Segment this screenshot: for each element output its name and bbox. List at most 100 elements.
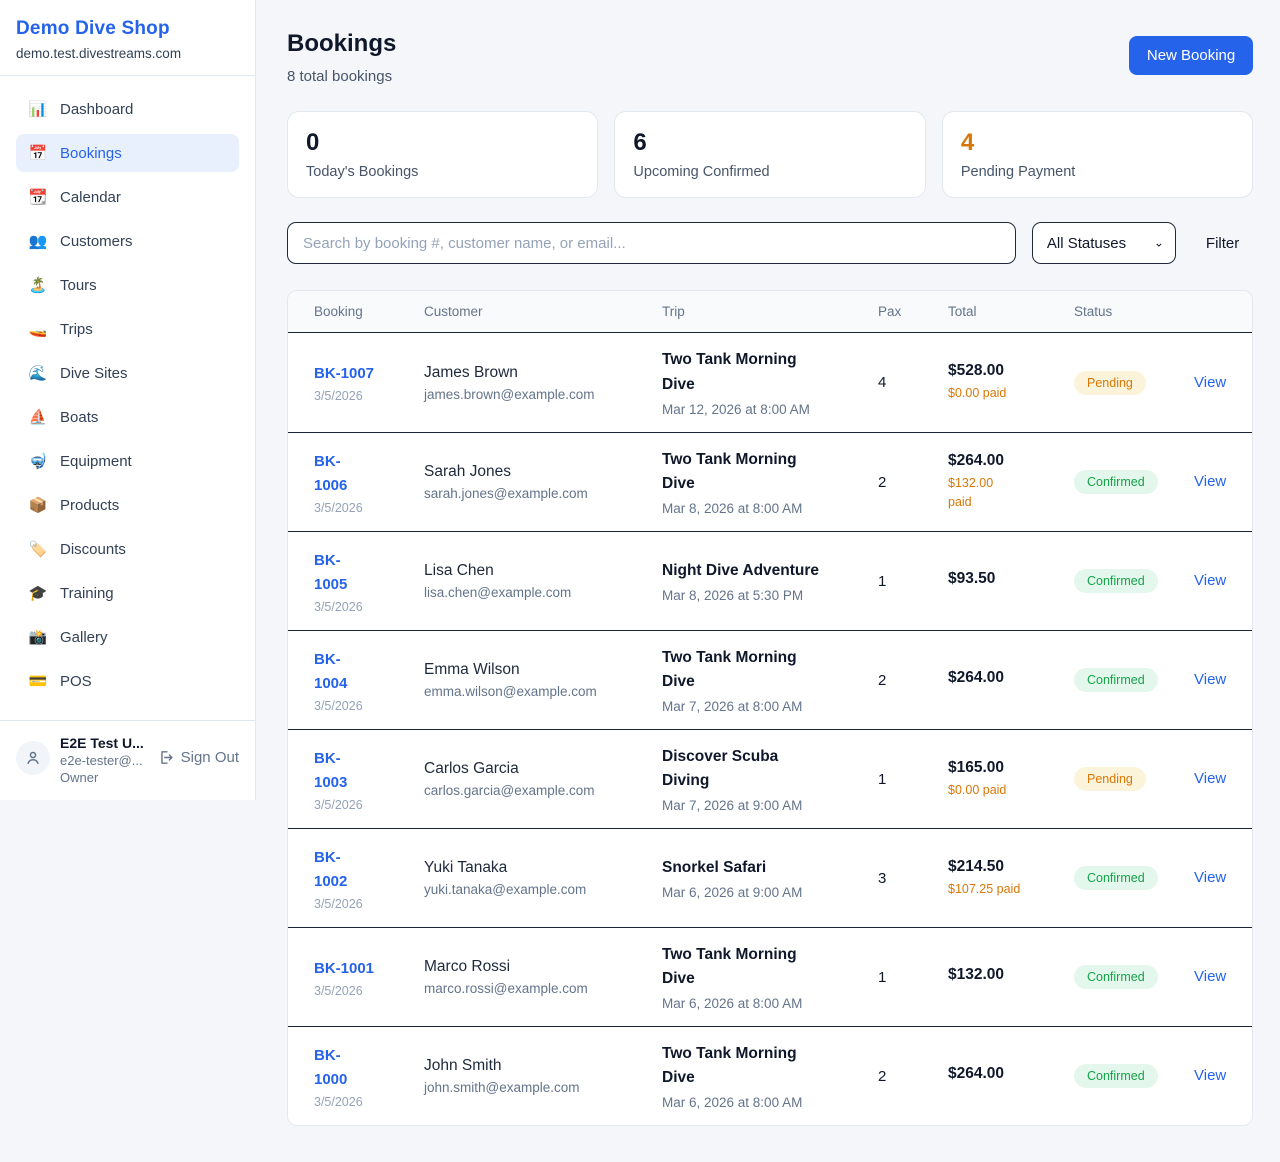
page-subtitle: 8 total bookings	[287, 68, 396, 85]
trip-datetime: Mar 6, 2026 at 8:00 AM	[662, 1095, 864, 1110]
customer-name: James Brown	[424, 364, 648, 382]
sign-out-button[interactable]: Sign Out	[157, 749, 239, 766]
filter-button[interactable]: Filter	[1192, 229, 1253, 258]
customer-email: emma.wilson@example.com	[424, 684, 648, 699]
sidebar-item-calendar[interactable]: 📆 Calendar	[16, 178, 239, 216]
view-link[interactable]: View	[1194, 770, 1226, 787]
brand-title: Demo Dive Shop	[16, 18, 239, 40]
avatar	[16, 741, 50, 775]
status-badge: Confirmed	[1074, 470, 1158, 494]
view-link[interactable]: View	[1194, 473, 1226, 490]
sign-out-icon	[157, 749, 174, 766]
view-link[interactable]: View	[1194, 572, 1226, 589]
sidebar-item-label: Gallery	[60, 629, 108, 646]
tours-icon: 🏝️	[28, 276, 48, 294]
booking-number-link[interactable]: BK- 1005	[314, 549, 347, 597]
trip-name: Night Dive Adventure	[662, 559, 864, 583]
stat-value: 4	[961, 129, 1234, 157]
table-row: BK-1001 3/5/2026 Marco Rossi marco.rossi…	[288, 927, 1252, 1026]
products-icon: 📦	[28, 496, 48, 514]
sidebar-item-label: Tours	[60, 277, 97, 294]
filter-bar: All Statuses ⌄ Filter	[287, 222, 1253, 264]
sidebar-item-training[interactable]: 🎓 Training	[16, 574, 239, 612]
col-header-total: Total	[948, 304, 1074, 319]
table-row: BK- 1003 3/5/2026 Carlos Garcia carlos.g…	[288, 729, 1252, 828]
sidebar-item-boats[interactable]: ⛵ Boats	[16, 398, 239, 436]
booking-number-link[interactable]: BK- 1006	[314, 450, 347, 498]
sign-out-label: Sign Out	[181, 749, 239, 766]
user-role: Owner	[60, 770, 147, 785]
customer-name: Yuki Tanaka	[424, 859, 648, 877]
booking-number-link[interactable]: BK-1007	[314, 362, 374, 386]
view-link[interactable]: View	[1194, 968, 1226, 985]
table-row: BK- 1000 3/5/2026 John Smith john.smith@…	[288, 1026, 1252, 1125]
booking-date: 3/5/2026	[314, 501, 410, 515]
status-badge: Pending	[1074, 371, 1146, 395]
customer-email: marco.rossi@example.com	[424, 981, 648, 996]
booking-number-link[interactable]: BK- 1004	[314, 648, 347, 696]
trip-datetime: Mar 6, 2026 at 9:00 AM	[662, 885, 864, 900]
sidebar-item-equipment[interactable]: 🤿 Equipment	[16, 442, 239, 480]
sidebar-item-trips[interactable]: 🚤 Trips	[16, 310, 239, 348]
sidebar-item-bookings[interactable]: 📅 Bookings	[16, 134, 239, 172]
booking-number-link[interactable]: BK- 1000	[314, 1044, 347, 1092]
customer-email: carlos.garcia@example.com	[424, 783, 648, 798]
sidebar-item-gallery[interactable]: 📸 Gallery	[16, 618, 239, 656]
pos-icon: 💳	[28, 672, 48, 690]
col-header-pax: Pax	[878, 304, 948, 319]
trip-name: Two Tank Morning Dive	[662, 448, 864, 496]
dashboard-icon: 📊	[28, 100, 48, 118]
total-amount: $264.00	[948, 452, 1060, 470]
search-input[interactable]	[287, 222, 1016, 264]
pax-count: 1	[878, 969, 948, 986]
pax-count: 2	[878, 672, 948, 689]
customer-name: Carlos Garcia	[424, 760, 648, 778]
sidebar-item-dive-sites[interactable]: 🌊 Dive Sites	[16, 354, 239, 392]
customer-email: yuki.tanaka@example.com	[424, 882, 648, 897]
trip-name: Two Tank Morning Dive	[662, 1042, 864, 1090]
customer-email: lisa.chen@example.com	[424, 585, 648, 600]
sidebar-item-dashboard[interactable]: 📊 Dashboard	[16, 90, 239, 128]
sidebar-item-label: Dive Sites	[60, 365, 128, 382]
sidebar-item-label: Bookings	[60, 145, 122, 162]
status-badge: Confirmed	[1074, 569, 1158, 593]
sidebar-item-tours[interactable]: 🏝️ Tours	[16, 266, 239, 304]
view-link[interactable]: View	[1194, 374, 1226, 391]
booking-date: 3/5/2026	[314, 600, 410, 614]
trip-name: Discover Scuba Diving	[662, 745, 864, 793]
status-select[interactable]: All Statuses	[1032, 222, 1176, 264]
total-amount: $528.00	[948, 362, 1060, 380]
sidebar-item-customers[interactable]: 👥 Customers	[16, 222, 239, 260]
bookings-icon: 📅	[28, 144, 48, 162]
trip-datetime: Mar 6, 2026 at 8:00 AM	[662, 996, 864, 1011]
status-badge: Confirmed	[1074, 965, 1158, 989]
sidebar-item-label: POS	[60, 673, 92, 690]
sidebar: Demo Dive Shop demo.test.divestreams.com…	[0, 0, 256, 800]
customer-email: john.smith@example.com	[424, 1080, 648, 1095]
sidebar-item-products[interactable]: 📦 Products	[16, 486, 239, 524]
booking-date: 3/5/2026	[314, 897, 410, 911]
view-link[interactable]: View	[1194, 869, 1226, 886]
paid-amount: $132.00 paid	[948, 474, 1060, 512]
stat-value: 0	[306, 129, 579, 157]
total-amount: $264.00	[948, 669, 1060, 687]
booking-number-link[interactable]: BK- 1002	[314, 846, 347, 894]
sidebar-item-label: Calendar	[60, 189, 121, 206]
sidebar-item-label: Equipment	[60, 453, 132, 470]
new-booking-button[interactable]: New Booking	[1129, 36, 1253, 75]
user-email: e2e-tester@...	[60, 753, 147, 768]
col-header-customer: Customer	[424, 304, 662, 319]
sidebar-item-label: Training	[60, 585, 114, 602]
trip-name: Snorkel Safari	[662, 856, 864, 880]
col-header-booking: Booking	[314, 304, 424, 319]
sidebar-item-label: Boats	[60, 409, 98, 426]
sidebar-item-pos[interactable]: 💳 POS	[16, 662, 239, 700]
sidebar-item-discounts[interactable]: 🏷️ Discounts	[16, 530, 239, 568]
customer-name: Lisa Chen	[424, 562, 648, 580]
booking-number-link[interactable]: BK-1001	[314, 957, 374, 981]
view-link[interactable]: View	[1194, 671, 1226, 688]
trips-icon: 🚤	[28, 320, 48, 338]
discounts-icon: 🏷️	[28, 540, 48, 558]
booking-number-link[interactable]: BK- 1003	[314, 747, 347, 795]
view-link[interactable]: View	[1194, 1067, 1226, 1084]
